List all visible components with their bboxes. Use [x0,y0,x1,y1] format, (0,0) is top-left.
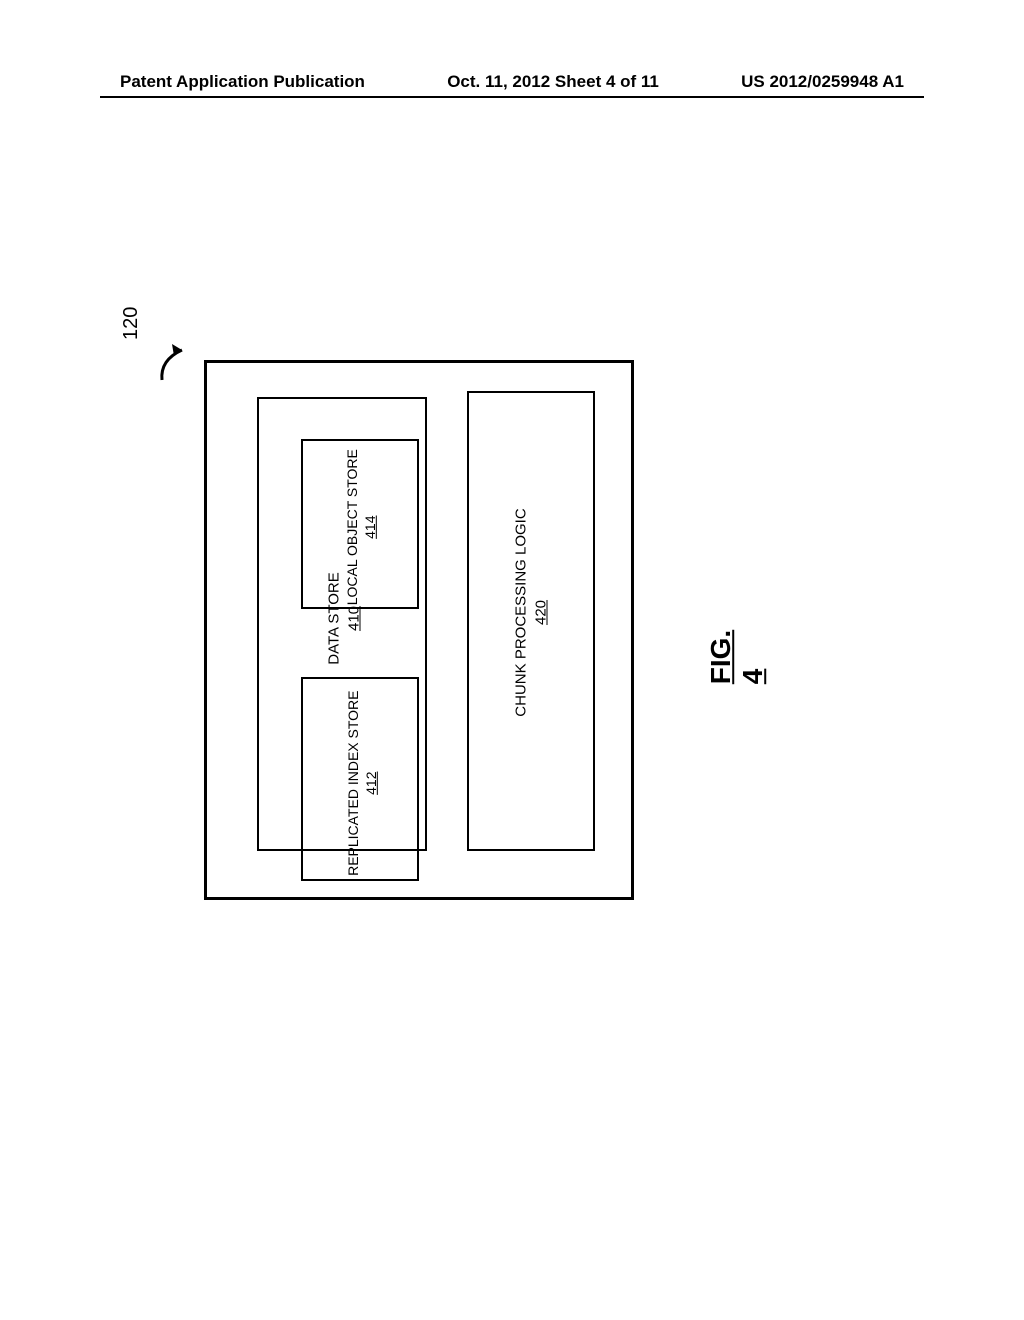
local-object-store-box: LOCAL OBJECT STORE 414 [301,439,419,609]
chunk-title-text: CHUNK PROCESSING LOGIC [513,508,530,716]
replicated-index-title-text: REPLICATED INDEX STORE [345,690,361,875]
local-object-label: LOCAL OBJECT STORE 414 [343,437,379,617]
header-divider [100,96,924,98]
main-container-box: DATA STORE 410 LOCAL OBJECT STORE 414 RE… [204,360,634,900]
data-store-box: DATA STORE 410 LOCAL OBJECT STORE 414 RE… [257,397,427,851]
figure-label: FIG. 4 [705,630,769,684]
replicated-index-box: REPLICATED INDEX STORE 412 [301,677,419,881]
replicated-index-number: 412 [363,772,379,795]
header-right: US 2012/0259948 A1 [741,72,904,92]
figure-area: 120 DATA STORE 410 LOCAL OBJECT STORE 41… [140,360,700,940]
chunk-number: 420 [532,600,549,625]
replicated-index-label: REPLICATED INDEX STORE 412 [344,678,380,888]
header-left: Patent Application Publication [120,72,365,92]
local-object-number: 414 [362,516,378,539]
reference-number: 120 [120,307,143,340]
chunk-processing-box: CHUNK PROCESSING LOGIC 420 [467,391,595,851]
header-center: Oct. 11, 2012 Sheet 4 of 11 [447,72,659,92]
page-header: Patent Application Publication Oct. 11, … [0,72,1024,92]
chunk-processing-label: CHUNK PROCESSING LOGIC 420 [512,483,551,743]
local-object-title-text: LOCAL OBJECT STORE [344,449,360,605]
